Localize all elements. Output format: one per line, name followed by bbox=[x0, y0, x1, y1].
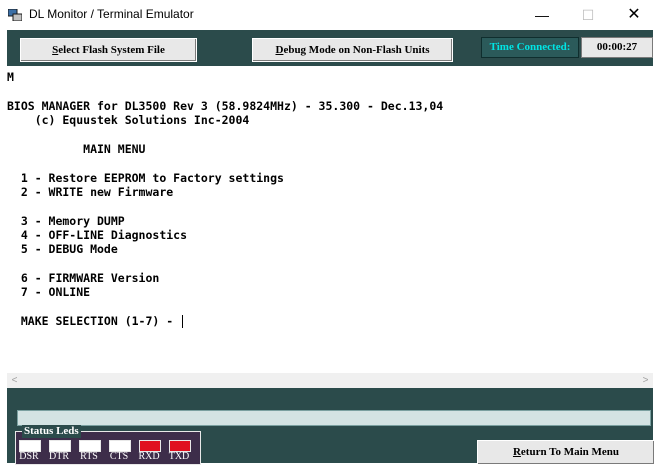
terminal-prompt-line: MAKE SELECTION (1-7) - bbox=[7, 314, 184, 328]
dtr-led-label: DTR bbox=[49, 451, 69, 462]
terminal-line: 6 - FIRMWARE Version bbox=[7, 271, 160, 285]
scroll-right-icon[interactable]: > bbox=[638, 373, 653, 388]
terminal-line: 7 - ONLINE bbox=[7, 285, 91, 299]
terminal-output[interactable]: M BIOS MANAGER for DL3500 Rev 3 (58.9824… bbox=[7, 66, 653, 373]
terminal-line: 2 - WRITE new Firmware bbox=[7, 185, 174, 199]
minimize-button[interactable]: — bbox=[519, 0, 565, 30]
return-label: eturn To Main Menu bbox=[520, 446, 620, 458]
select-flash-label: elect Flash System File bbox=[58, 44, 165, 56]
status-leds-title: Status Leds bbox=[22, 425, 81, 438]
horizontal-scrollbar[interactable]: < > bbox=[7, 373, 653, 388]
select-flash-file-button[interactable]: Select Flash System File bbox=[20, 38, 197, 62]
toolbar: Select Flash System File Debug Mode on N… bbox=[7, 30, 653, 66]
terminal-line: 4 - OFF-LINE Diagnostics bbox=[7, 228, 188, 242]
terminal-line: (c) Equustek Solutions Inc-2004 bbox=[7, 113, 250, 127]
terminal-line: 3 - Memory DUMP bbox=[7, 214, 125, 228]
terminal-line: MAIN MENU bbox=[7, 142, 146, 156]
time-connected-value: 00:00:27 bbox=[581, 37, 653, 58]
maximize-button[interactable]: ☐ bbox=[565, 0, 611, 30]
title-bar: DL Monitor / Terminal Emulator — ☐ ✕ bbox=[0, 0, 657, 30]
close-button[interactable]: ✕ bbox=[611, 0, 657, 30]
app-icon bbox=[8, 9, 22, 21]
scroll-left-icon[interactable]: < bbox=[7, 373, 22, 388]
return-mnemonic: R bbox=[512, 446, 521, 458]
txd-led-label: TXD bbox=[168, 451, 190, 462]
terminal-line: 5 - DEBUG Mode bbox=[7, 242, 118, 256]
text-cursor bbox=[182, 315, 184, 328]
terminal-line: 1 - Restore EEPROM to Factory settings bbox=[7, 171, 284, 185]
send-input-field[interactable] bbox=[17, 410, 651, 426]
debug-mode-label: ebug Mode on Non-Flash Units bbox=[283, 44, 430, 56]
window-title: DL Monitor / Terminal Emulator bbox=[29, 7, 194, 21]
rxd-led-label: RXD bbox=[138, 451, 160, 462]
dsr-led-label: DSR bbox=[19, 451, 39, 462]
return-to-main-menu-button[interactable]: Return To Main Menu bbox=[477, 440, 655, 465]
terminal-line: M bbox=[7, 70, 14, 84]
terminal-prompt: MAKE SELECTION (1-7) - bbox=[7, 314, 181, 328]
rts-led-label: RTS bbox=[80, 451, 98, 462]
time-connected-label: Time Connected: bbox=[481, 37, 579, 58]
debug-mode-button[interactable]: Debug Mode on Non-Flash Units bbox=[252, 38, 453, 62]
bottom-panel: Status Leds DSR DTR RTS CTS RXD TXD Retu… bbox=[7, 388, 655, 465]
terminal-line: BIOS MANAGER for DL3500 Rev 3 (58.9824MH… bbox=[7, 99, 444, 113]
status-leds-group: Status Leds DSR DTR RTS CTS RXD TXD bbox=[15, 425, 201, 465]
cts-led-label: CTS bbox=[109, 451, 129, 462]
